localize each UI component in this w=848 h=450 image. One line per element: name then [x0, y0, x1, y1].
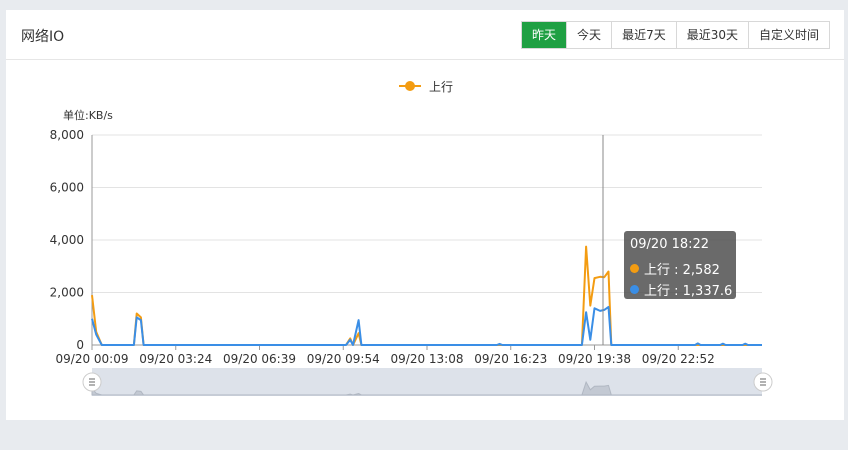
zoom-track[interactable]: [92, 368, 762, 396]
x-tick-label: 09/20 22:52: [642, 352, 715, 366]
tooltip-value-orange: 上行 : 2,582: [644, 263, 720, 278]
chart-tooltip: 09/20 18:22 上行 : 2,582 上行 : 1,337.6: [624, 231, 736, 299]
legend-marker: [405, 81, 415, 91]
tooltip-row-blue: 上行 : 1,337.6: [630, 280, 732, 299]
network-io-chart: 上行 单位:KB/s 0 2,000 4,000 6,000 8,000 09/20 0…: [50, 80, 773, 396]
data-zoom-slider[interactable]: [82, 368, 773, 396]
x-tick-label: 09/20 19:38: [558, 352, 631, 366]
tooltip-value-blue: 上行 : 1,337.6: [644, 284, 733, 299]
zoom-handle-right[interactable]: [753, 372, 773, 392]
x-tick-label: 09/20 06:39: [223, 352, 296, 366]
x-tick-label: 09/20 00:09: [56, 352, 129, 366]
zoom-handle-left[interactable]: [82, 372, 102, 392]
x-tick-label: 09/20 09:54: [307, 352, 380, 366]
unit-label: 单位:KB/s: [63, 108, 113, 122]
tooltip-title: 09/20 18:22: [630, 237, 710, 252]
x-tick-label: 09/20 16:23: [474, 352, 547, 366]
y-tick-label: 6,000: [50, 181, 84, 195]
y-tick-label: 2,000: [50, 286, 84, 300]
y-tick-label: 4,000: [50, 233, 84, 247]
x-tick-label: 09/20 03:24: [139, 352, 212, 366]
legend[interactable]: 上行: [399, 80, 453, 94]
x-axis-ticks: 09/20 00:09 09/20 03:24 09/20 06:39 09/20 0…: [56, 345, 715, 366]
tooltip-row-orange: 上行 : 2,582: [630, 259, 720, 278]
tooltip-dot-orange: [630, 264, 639, 273]
page-bottom-strip: [0, 434, 848, 450]
tooltip-dot-blue: [630, 285, 639, 294]
y-axis-ticks: 0 2,000 4,000 6,000 8,000: [50, 128, 84, 352]
y-tick-label: 0: [76, 338, 84, 352]
legend-label: 上行: [429, 80, 453, 94]
series-line-1: [91, 305, 762, 346]
x-tick-label: 09/20 13:08: [391, 352, 464, 366]
y-tick-label: 8,000: [50, 128, 84, 142]
